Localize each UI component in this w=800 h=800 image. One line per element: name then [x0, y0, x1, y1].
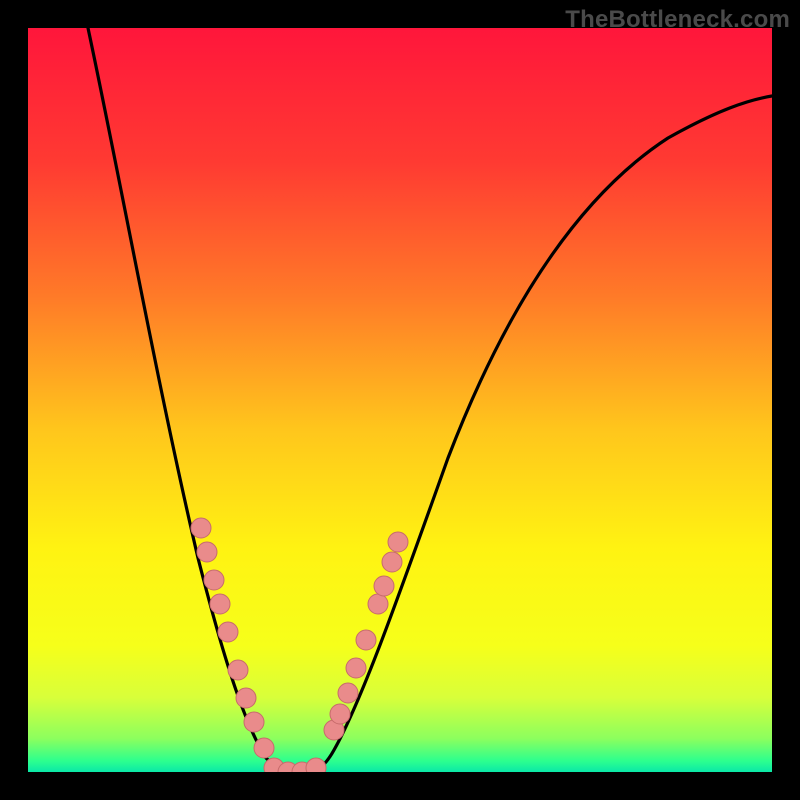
- outer-frame: TheBottleneck.com: [0, 0, 800, 800]
- data-marker: [356, 630, 376, 650]
- data-marker: [204, 570, 224, 590]
- data-marker: [338, 683, 358, 703]
- gradient-background: [28, 28, 772, 772]
- data-marker: [382, 552, 402, 572]
- data-marker: [236, 688, 256, 708]
- data-marker: [368, 594, 388, 614]
- data-marker: [388, 532, 408, 552]
- data-marker: [197, 542, 217, 562]
- plot-area: [28, 28, 772, 772]
- data-marker: [254, 738, 274, 758]
- chart-svg: [28, 28, 772, 772]
- data-marker: [244, 712, 264, 732]
- data-marker: [218, 622, 238, 642]
- data-marker: [374, 576, 394, 596]
- data-marker: [210, 594, 230, 614]
- data-marker: [330, 704, 350, 724]
- data-marker: [346, 658, 366, 678]
- data-marker: [228, 660, 248, 680]
- data-marker: [191, 518, 211, 538]
